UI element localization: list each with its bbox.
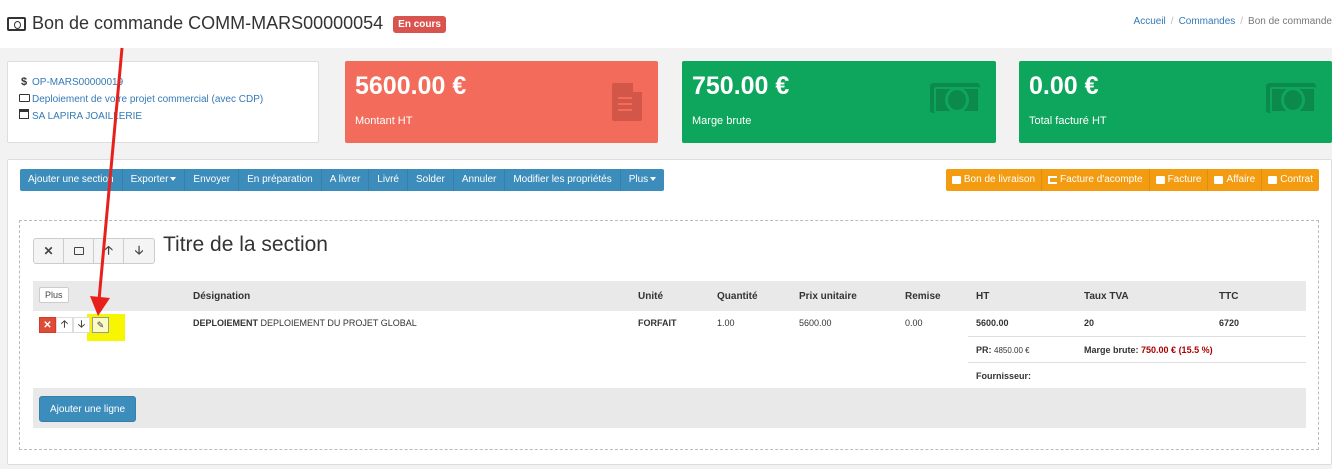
line-quantity: 1.00 [717,318,735,328]
invoice-button[interactable]: Facture [1149,169,1209,191]
section-details-icon[interactable] [64,239,94,263]
breadcrumb-home[interactable]: Accueil [1134,16,1166,27]
truck-icon [951,176,961,184]
money-bill-icon [930,83,980,113]
deposit-invoice-button[interactable]: Facture d'acompte [1042,169,1150,191]
line-ht: 5600.00 [976,318,1009,328]
export-dropdown[interactable]: Exporter [122,169,186,191]
col-ttc: TTC [1219,291,1239,302]
breadcrumb: Accueil / Commandes / Bon de commande [1133,16,1332,27]
line-margin: Marge brute: 750.00 € (15.5 %) [1084,345,1213,355]
move-down-icon[interactable]: 🡣 [124,239,154,263]
breadcrumb-current: Bon de commande [1248,16,1332,27]
contract-button[interactable]: Contrat [1262,169,1319,191]
page-title: Bon de commande COMM-MARS00000054 En cou… [7,13,446,34]
building-icon [19,108,29,125]
divider [968,362,1306,363]
add-line-button[interactable]: Ajouter une ligne [39,396,137,422]
delivery-note-button[interactable]: Bon de livraison [945,169,1043,191]
col-discount: Remise [905,291,941,302]
page-header: Bon de commande COMM-MARS00000054 En cou… [0,0,1332,48]
line-supplier: Fournisseur: [976,371,1032,381]
kpi-total-facture: 0.00 € Total facturé HT [1019,61,1332,143]
section-controls: ✕ 🡡 🡣 [33,238,155,264]
order-title: Bon de commande COMM-MARS00000054 [32,13,384,33]
order-info-card: $ OP-MARS00000019 Deploiement de votre p… [7,61,319,143]
line-unit: FORFAIT [638,318,677,328]
kpi-label: Marge brute [692,115,752,127]
kpi-value: 5600.00 € [355,72,467,100]
line-ttc: 6720 [1219,318,1240,328]
settle-button[interactable]: Solder [407,169,454,191]
col-designation: Désignation [193,291,251,302]
delivered-button[interactable]: Livré [369,169,408,191]
edit-line-icon[interactable]: ✎ [92,317,109,333]
project-link[interactable]: Deploiement de votre projet commercial (… [19,91,307,108]
briefcase-icon [1214,176,1224,184]
money-icon [19,91,30,108]
kpi-label: Total facturé HT [1029,115,1107,127]
caret-down-icon [170,177,177,182]
kpi-marge-brute: 750.00 € Marge brute [682,61,996,143]
action-toolbar: Ajouter une section Exporter Envoyer En … [20,169,665,191]
plus-button[interactable]: Plus [39,287,69,303]
more-dropdown[interactable]: Plus [620,169,665,191]
move-line-down-icon[interactable]: 🡣 [73,317,90,333]
kpi-label: Montant HT [355,115,413,127]
move-line-up-icon[interactable]: 🡡 [56,317,73,333]
section-title[interactable]: Titre de la section [163,233,328,257]
kpi-montant-ht: 5600.00 € Montant HT [345,61,658,143]
book-icon [1268,176,1278,184]
document-toolbar: Bon de livraison Facture d'acompte Factu… [945,169,1319,191]
delete-line-icon[interactable]: ✕ [39,317,56,333]
edit-properties-button[interactable]: Modifier les propriétés [505,169,621,191]
row-controls: ✕ 🡡 🡣 [39,317,90,333]
opportunity-link[interactable]: $ OP-MARS00000019 [19,74,307,91]
line-discount: 0.00 [905,318,923,328]
col-unit-price: Prix unitaire [799,291,857,302]
money-bill-icon [1266,83,1316,113]
divider [968,336,1306,337]
flag-icon [1155,176,1165,184]
status-badge: En cours [393,16,446,33]
dollar-icon: $ [20,76,28,88]
flag-outline-icon [1048,176,1058,184]
in-preparation-button[interactable]: En préparation [239,169,322,191]
breadcrumb-orders[interactable]: Commandes [1179,16,1236,27]
col-ht: HT [976,291,990,302]
line-tva: 20 [1084,318,1095,328]
document-icon [612,83,642,121]
section-footer [33,388,1306,428]
add-section-button[interactable]: Ajouter une section [20,169,123,191]
col-unit: Unité [638,291,663,302]
send-button[interactable]: Envoyer [185,169,240,191]
table-header: Désignation Unité Quantité Prix unitaire… [33,281,1306,311]
line-designation: DEPLOIEMENT DEPLOIEMENT DU PROJET GLOBAL [193,318,417,328]
company-link[interactable]: SA LAPIRA JOAILLERIE [19,108,307,125]
line-unit-price: 5600.00 [799,318,832,328]
to-deliver-button[interactable]: A livrer [321,169,370,191]
affair-button[interactable]: Affaire [1208,169,1263,191]
col-quantity: Quantité [717,291,758,302]
move-up-icon[interactable]: 🡡 [94,239,124,263]
money-icon [7,16,26,31]
delete-section-icon[interactable]: ✕ [34,239,64,263]
cancel-button[interactable]: Annuler [453,169,506,191]
line-pr: PR: 4850.00 € [976,345,1030,355]
col-tva: Taux TVA [1084,291,1129,302]
caret-down-icon [650,177,657,182]
